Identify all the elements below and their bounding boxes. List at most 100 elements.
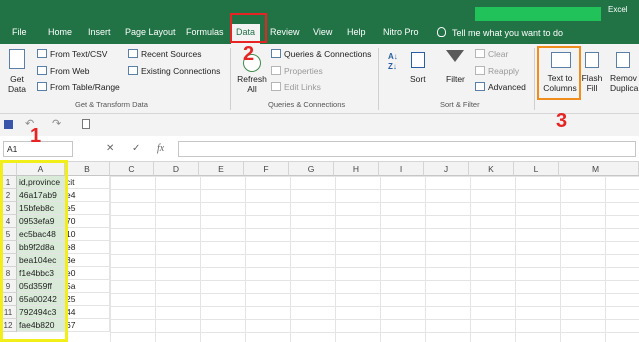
advanced-label: Advanced <box>488 82 526 92</box>
group-separator <box>534 48 535 110</box>
cell-b-overflow[interactable]: 67 <box>65 319 110 332</box>
properties-icon <box>271 66 281 75</box>
from-table-range-button[interactable]: From Table/Range <box>37 82 120 92</box>
recent-sources-icon <box>128 49 138 58</box>
group-get-transform-label: Get & Transform Data <box>75 100 148 109</box>
tab-help[interactable]: Help <box>347 27 366 37</box>
tab-home[interactable]: Home <box>48 27 72 37</box>
sort-button[interactable]: Sort <box>410 74 426 84</box>
filter-button[interactable]: Filter <box>446 74 465 84</box>
highlight-text-to-columns <box>537 46 581 100</box>
cell-b-overflow[interactable]: e5 <box>65 202 110 215</box>
cell-b-overflow[interactable]: e8 <box>65 241 110 254</box>
cell-b-overflow[interactable]: e0 <box>65 267 110 280</box>
cell-b-overflow[interactable]: cit <box>65 176 110 189</box>
tab-insert[interactable]: Insert <box>88 27 111 37</box>
recent-sources-button[interactable]: Recent Sources <box>128 49 201 59</box>
connections-icon <box>128 66 138 75</box>
clear-label: Clear <box>488 49 509 59</box>
cell-b-overflow[interactable]: 44 <box>65 306 110 319</box>
column-header-k[interactable]: K <box>469 162 514 176</box>
enter-icon[interactable]: ✓ <box>132 143 140 154</box>
from-web-button[interactable]: From Web <box>37 66 90 76</box>
table-icon <box>37 82 47 91</box>
text-file-icon <box>37 49 47 58</box>
tab-formulas[interactable]: Formulas <box>186 27 224 37</box>
filter-icon <box>446 50 464 62</box>
worksheet-grid: A B C D E F G H I J K L M 1 2 3 4 5 6 7 … <box>0 162 639 342</box>
tab-view[interactable]: View <box>313 27 332 37</box>
advanced-button[interactable]: Advanced <box>475 82 526 92</box>
queries-icon <box>271 49 281 58</box>
column-header-j[interactable]: J <box>424 162 469 176</box>
edit-links-button[interactable]: Edit Links <box>271 82 321 92</box>
tell-me-search[interactable]: Tell me what you want to do <box>437 27 563 38</box>
tab-page-layout[interactable]: Page Layout <box>125 27 176 37</box>
flash-fill-label-1: Flash <box>581 73 603 83</box>
web-icon <box>37 66 47 75</box>
get-data-label-2: Data <box>8 84 26 94</box>
queries-connections-button[interactable]: Queries & Connections <box>271 49 371 59</box>
column-header-h[interactable]: H <box>334 162 379 176</box>
existing-connections-button[interactable]: Existing Connections <box>128 66 220 76</box>
callout-2: 2 <box>243 43 255 65</box>
column-header-i[interactable]: I <box>379 162 424 176</box>
reapply-label: Reapply <box>488 66 520 76</box>
from-web-label: From Web <box>50 66 90 76</box>
reapply-icon <box>475 66 485 75</box>
from-text-csv-label: From Text/CSV <box>50 49 108 59</box>
redo-icon[interactable]: ↷ <box>52 117 61 130</box>
column-header-f[interactable]: F <box>244 162 289 176</box>
group-separator <box>378 48 379 110</box>
refresh-all-label-1: Refresh <box>237 74 267 84</box>
column-header-d[interactable]: D <box>154 162 199 176</box>
queries-connections-label: Queries & Connections <box>284 49 372 59</box>
column-header-m[interactable]: M <box>559 162 639 176</box>
remove-duplicates-label-1: Remov <box>610 73 637 83</box>
fx-icon[interactable]: fx <box>157 143 164 154</box>
remove-duplicates-button[interactable]: Remov Duplica <box>610 73 639 93</box>
sort-dialog-icon <box>411 52 425 68</box>
cell-b-overflow[interactable]: e4 <box>65 189 110 202</box>
title-bar: Excel File Home Insert Page Layout Formu… <box>0 0 639 44</box>
formula-bar: A1 ✕ ✓ fx <box>0 136 639 162</box>
advanced-filter-icon <box>475 82 485 91</box>
tab-review[interactable]: Review <box>270 27 300 37</box>
reapply-button[interactable]: Reapply <box>475 66 519 76</box>
cell-b-overflow[interactable]: 3e <box>65 254 110 267</box>
cell-b-overflow[interactable]: 70 <box>65 215 110 228</box>
flash-fill-button[interactable]: Flash Fill <box>580 73 604 93</box>
recent-sources-label: Recent Sources <box>141 49 202 59</box>
column-header-c[interactable]: C <box>110 162 154 176</box>
account-banner <box>475 7 601 21</box>
cell-b-overflow[interactable]: 10 <box>65 228 110 241</box>
refresh-all-button[interactable]: Refresh All <box>236 74 268 94</box>
new-file-icon[interactable] <box>82 119 90 129</box>
tab-file[interactable]: File <box>12 27 27 37</box>
callout-1: 1 <box>30 125 42 147</box>
column-header-l[interactable]: L <box>514 162 559 176</box>
cancel-icon[interactable]: ✕ <box>106 143 114 154</box>
from-text-csv-button[interactable]: From Text/CSV <box>37 49 107 59</box>
cell-b-overflow[interactable]: 25 <box>65 293 110 306</box>
cell-b-overflow[interactable]: 5a <box>65 280 110 293</box>
group-queries-label: Queries & Connections <box>268 100 346 109</box>
get-data-button[interactable]: Get Data <box>6 74 28 94</box>
edit-links-label: Edit Links <box>284 82 321 92</box>
sort-az-icon[interactable]: A↓ Z↓ <box>388 52 398 72</box>
empty-cells[interactable] <box>110 176 639 342</box>
save-icon[interactable] <box>4 120 13 129</box>
tab-nitro-pro[interactable]: Nitro Pro <box>383 27 419 37</box>
column-header-b[interactable]: B <box>65 162 110 176</box>
database-icon <box>9 49 25 69</box>
existing-connections-label: Existing Connections <box>141 66 221 76</box>
flash-fill-label-2: Fill <box>586 83 598 93</box>
column-header-e[interactable]: E <box>199 162 244 176</box>
formula-input[interactable] <box>178 141 636 157</box>
callout-3: 3 <box>556 110 568 132</box>
refresh-all-label-2: All <box>247 84 257 94</box>
clear-button[interactable]: Clear <box>475 49 508 59</box>
column-header-g[interactable]: G <box>289 162 334 176</box>
properties-button[interactable]: Properties <box>271 66 323 76</box>
quick-access-toolbar: ↶ ↷ <box>0 114 639 136</box>
